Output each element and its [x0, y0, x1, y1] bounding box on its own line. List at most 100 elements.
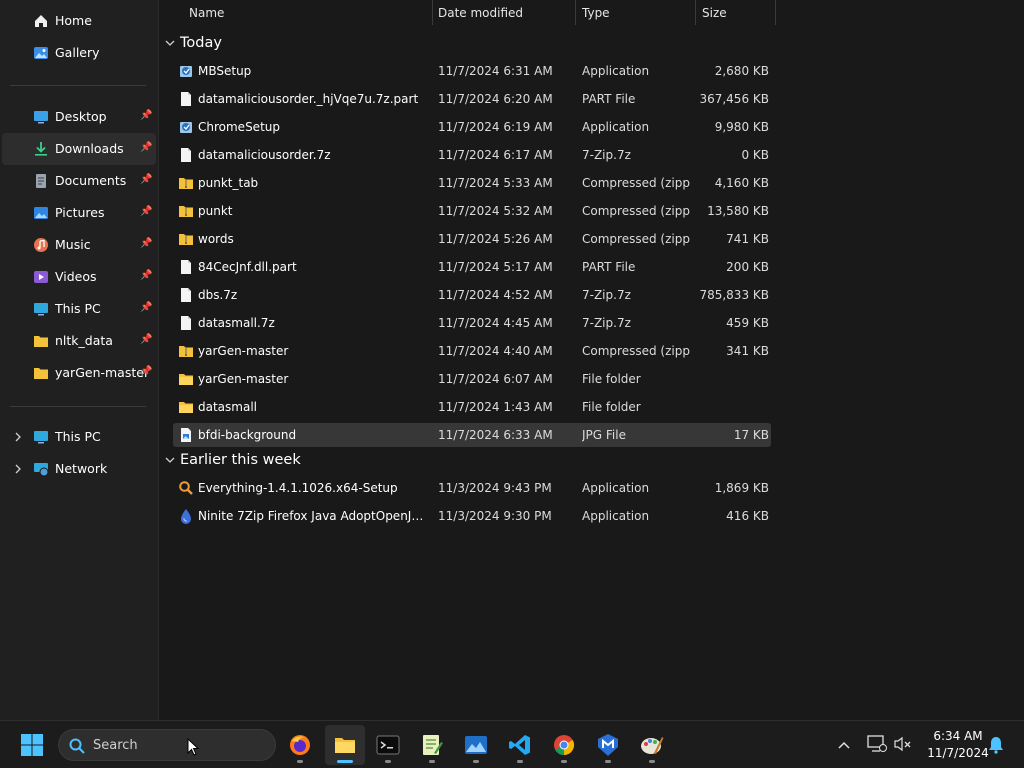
file-size: 416 KB [726, 509, 769, 523]
mouse-cursor-icon [187, 738, 199, 756]
ninite-app-icon [181, 509, 191, 524]
sidebar-item-label: Home [55, 13, 92, 28]
file-row[interactable]: punkt 11/7/2024 5:32 AM Compressed (zipp..… [173, 199, 771, 223]
file-row[interactable]: dbs.7z 11/7/2024 4:52 AM 7-Zip.7z 785,833 K… [173, 283, 771, 307]
taskbar-file-explorer[interactable] [325, 725, 365, 765]
sidebar-item-videos[interactable]: Videos 📌 [2, 261, 156, 293]
column-header-date-modified[interactable]: Date modified [431, 0, 576, 25]
photos-icon [465, 736, 487, 754]
taskbar-malwarebytes[interactable] [588, 725, 628, 765]
active-indicator [337, 760, 353, 763]
pin-icon: 📌 [140, 142, 153, 153]
file-row[interactable]: Everything-1.4.1.1026.x64-Setup 11/3/2024… [173, 476, 771, 500]
taskbar-firefox[interactable] [280, 725, 320, 765]
chevron-right-icon[interactable] [12, 461, 24, 477]
file-row[interactable]: yarGen-master 11/7/2024 6:07 AM File folde… [173, 367, 771, 391]
network-icon [34, 463, 49, 477]
column-header-name[interactable]: Name [182, 0, 433, 25]
taskbar-photos[interactable] [456, 725, 496, 765]
sidebar-item-desktop[interactable]: Desktop 📌 [2, 101, 156, 133]
file-row[interactable]: datamaliciousorder.7z 11/7/2024 6:17 AM 7-… [173, 143, 771, 167]
paint-icon [641, 737, 664, 754]
file-row[interactable]: bfdi-background 11/7/2024 6:33 AM JPG File… [173, 423, 771, 447]
file-type: Compressed (zipp... [582, 176, 690, 190]
column-header-label: Type [582, 5, 610, 20]
file-type: Compressed (zipp... [582, 344, 690, 358]
running-indicator [385, 760, 391, 763]
start-button[interactable] [12, 725, 52, 765]
file-name: datamaliciousorder._hjVqe7u.7z.part [198, 92, 419, 106]
sidebar-item-documents[interactable]: Documents 📌 [2, 165, 156, 197]
sidebar-item-downloads[interactable]: Downloads 📌 [2, 133, 156, 165]
column-header-label: Name [189, 5, 225, 20]
group-header[interactable]: Earlier this week [164, 448, 301, 472]
windows-logo-icon [21, 734, 43, 756]
file-date-modified: 11/7/2024 4:40 AM [438, 344, 553, 358]
file-size: 200 KB [726, 260, 769, 274]
file-row[interactable]: yarGen-master 11/7/2024 4:40 AM Compressed… [173, 339, 771, 363]
file-size: 9,980 KB [714, 120, 769, 134]
column-header-size[interactable]: Size [695, 0, 776, 25]
taskbar-search-box[interactable]: Search [58, 729, 276, 761]
file-type: 7-Zip.7z [582, 316, 631, 330]
file-row[interactable]: 84CecJnf.dll.part 11/7/2024 5:17 AM PART F… [173, 255, 771, 279]
sidebar-item-nltk-data[interactable]: nltk_data 📌 [2, 325, 156, 357]
sidebar-item-yargen-master[interactable]: yarGen-master 📌 [2, 357, 156, 389]
sidebar-item-network[interactable]: Network [2, 453, 156, 485]
clock-date: 11/7/2024 [927, 746, 989, 760]
chevron-up-icon[interactable] [837, 738, 851, 752]
network-status-icon[interactable] [867, 735, 887, 753]
file-type: PART File [582, 260, 636, 274]
chevron-right-icon[interactable] [12, 429, 24, 445]
column-header-type[interactable]: Type [575, 0, 696, 25]
file-row[interactable]: datasmall.7z 11/7/2024 4:45 AM 7-Zip.7z 459… [173, 311, 771, 335]
file-size: 367,456 KB [699, 92, 769, 106]
file-row[interactable]: words 11/7/2024 5:26 AM Compressed (zipp..… [173, 227, 771, 251]
sidebar-item-this-pc-tree[interactable]: This PC [2, 421, 156, 453]
taskbar-clock[interactable]: 6:34 AM 11/7/2024 [918, 728, 998, 762]
pin-icon: 📌 [140, 174, 153, 185]
file-row[interactable]: MBSetup 11/7/2024 6:31 AM Application 2,680… [173, 59, 771, 83]
file-date-modified: 11/7/2024 4:45 AM [438, 316, 553, 330]
search-icon [69, 738, 85, 754]
sidebar-item-label: Desktop [55, 109, 107, 124]
running-indicator [429, 760, 435, 763]
group-header[interactable]: Today [164, 31, 222, 55]
file-date-modified: 11/7/2024 6:17 AM [438, 148, 553, 162]
sidebar-item-gallery[interactable]: Gallery [2, 37, 156, 69]
notepad-icon [423, 735, 443, 755]
file-type: File folder [582, 400, 641, 414]
chevron-down-icon[interactable] [164, 37, 176, 49]
taskbar-paint[interactable] [632, 725, 672, 765]
file-date-modified: 11/3/2024 9:30 PM [438, 509, 552, 523]
file-date-modified: 11/7/2024 6:19 AM [438, 120, 553, 134]
file-row[interactable]: datasmall 11/7/2024 1:43 AM File folder [173, 395, 771, 419]
file-size: 785,833 KB [699, 288, 769, 302]
taskbar-terminal[interactable] [368, 725, 408, 765]
taskbar-chrome[interactable] [544, 725, 584, 765]
file-row[interactable]: datamaliciousorder._hjVqe7u.7z.part 11/7/… [173, 87, 771, 111]
pictures-icon [34, 207, 48, 219]
music-icon [34, 238, 48, 252]
chevron-down-icon[interactable] [164, 454, 176, 466]
sidebar-item-pictures[interactable]: Pictures 📌 [2, 197, 156, 229]
notification-bell-icon[interactable] [988, 736, 1004, 754]
sidebar-item-home[interactable]: Home [2, 5, 156, 37]
sidebar-item-music[interactable]: Music 📌 [2, 229, 156, 261]
file-row[interactable]: Ninite 7Zip Firefox Java AdoptOpenJDK x.… [173, 504, 771, 528]
sidebar-item-label: Gallery [55, 45, 100, 60]
file-name: words [198, 232, 234, 246]
speaker-muted-icon[interactable] [893, 735, 913, 753]
file-icon [181, 316, 191, 330]
taskbar: Search 6:34 AM 11/7/2024 [0, 720, 1024, 768]
sidebar-item-label: Videos [55, 269, 97, 284]
running-indicator [605, 760, 611, 763]
file-row[interactable]: ChromeSetup 11/7/2024 6:19 AM Application 9… [173, 115, 771, 139]
file-name: Everything-1.4.1.1026.x64-Setup [198, 481, 398, 495]
taskbar-vscode[interactable] [500, 725, 540, 765]
file-row[interactable]: punkt_tab 11/7/2024 5:33 AM Compressed (zi… [173, 171, 771, 195]
file-date-modified: 11/7/2024 6:07 AM [438, 372, 553, 386]
sidebar-item-this-pc[interactable]: This PC 📌 [2, 293, 156, 325]
taskbar-notepad[interactable] [412, 725, 452, 765]
vscode-icon [509, 735, 530, 755]
